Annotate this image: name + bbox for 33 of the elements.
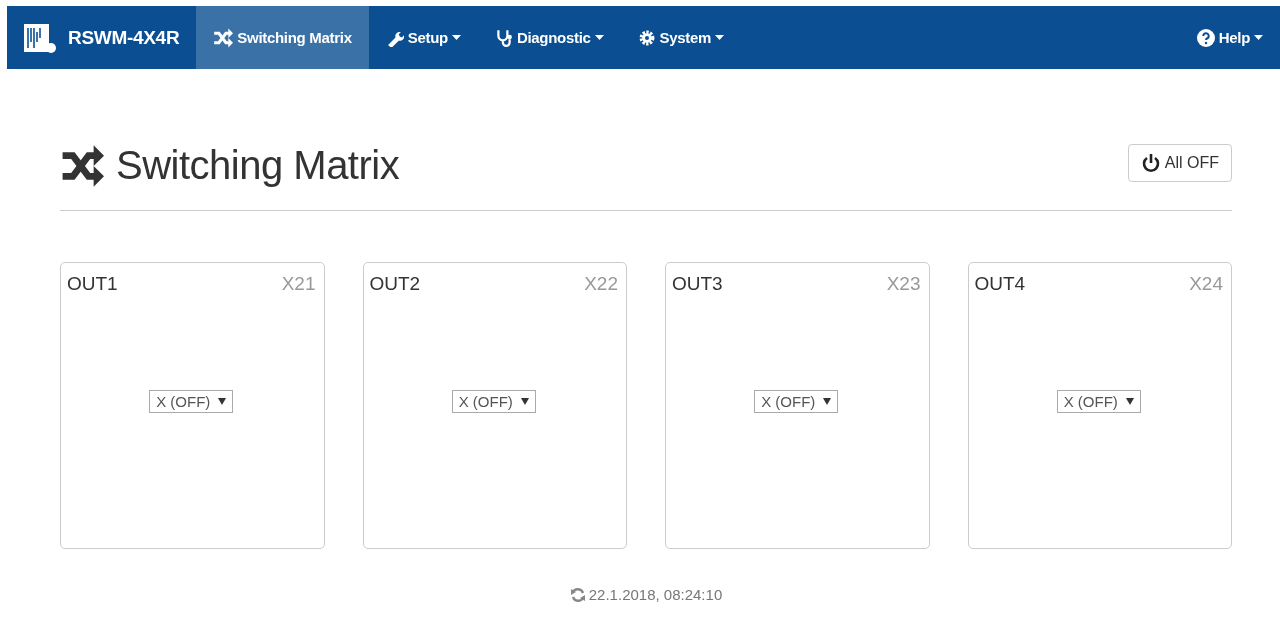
caret-icon xyxy=(1125,398,1134,405)
input-select[interactable]: X (OFF) xyxy=(149,390,234,413)
settings-icon xyxy=(637,28,656,47)
power-icon xyxy=(1140,152,1161,173)
brand-name: RSWM-4X4R xyxy=(68,26,180,49)
timestamp: 22.1.2018, 08:24:10 xyxy=(588,586,723,603)
connector-label: X21 xyxy=(281,273,316,295)
all-off-button[interactable]: All OFF xyxy=(1127,143,1232,182)
caret-icon xyxy=(520,398,529,405)
logo-icon xyxy=(24,21,56,54)
caret-icon xyxy=(218,398,227,405)
input-select[interactable]: X (OFF) xyxy=(451,390,536,413)
nav-tab[interactable]: System xyxy=(620,6,742,69)
connector-label: X22 xyxy=(584,273,618,295)
help-menu[interactable]: Help xyxy=(1179,6,1280,69)
output-name: OUT1 xyxy=(67,273,118,295)
help-icon xyxy=(1196,28,1215,47)
refresh-icon xyxy=(569,586,586,603)
caret-icon xyxy=(823,398,832,405)
shuffle-icon xyxy=(60,143,104,188)
connector-label: X24 xyxy=(1189,273,1223,295)
nav-tab[interactable]: Setup xyxy=(368,6,478,69)
input-select[interactable]: X (OFF) xyxy=(1056,390,1141,413)
output-name: OUT4 xyxy=(974,273,1026,295)
input-select[interactable]: X (OFF) xyxy=(754,390,839,413)
nav-tab[interactable]: Switching Matrix xyxy=(196,6,369,69)
page-title: Switching Matrix xyxy=(116,143,400,188)
nav-tab[interactable]: Diagnostic xyxy=(477,6,621,69)
connector-label: X23 xyxy=(886,273,921,295)
output-name: OUT2 xyxy=(369,273,421,295)
stethoscope-icon xyxy=(494,28,513,47)
shuffle-icon xyxy=(213,27,234,48)
output-name: OUT3 xyxy=(672,273,723,295)
